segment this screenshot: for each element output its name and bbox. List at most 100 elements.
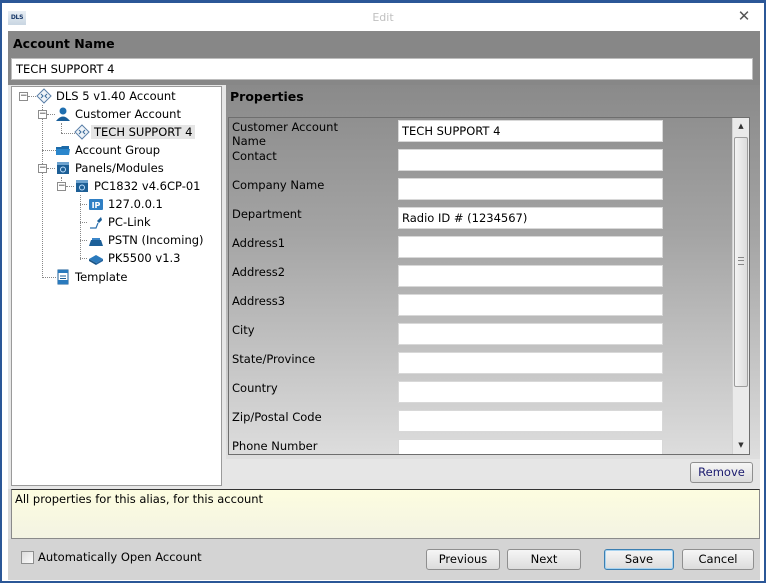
save-button[interactable]: Save [604, 549, 674, 570]
property-row: Contact [229, 147, 735, 176]
department-input[interactable] [398, 207, 663, 229]
tree-node-label: PC1832 v4.6CP-01 [94, 179, 201, 193]
property-label: Customer Account Name [232, 120, 338, 148]
property-label: Address2 [232, 265, 286, 279]
account-name-label: Account Name [13, 36, 115, 51]
tree-node-label: Account Group [75, 143, 161, 157]
tree-connector [80, 222, 87, 223]
svg-text:IP: IP [92, 201, 101, 210]
account-diamond-icon [74, 124, 90, 140]
tree-node-template[interactable]: Template [55, 268, 130, 286]
tree-connector [42, 277, 56, 278]
cancel-button[interactable]: Cancel [682, 549, 754, 570]
collapse-toggle[interactable]: − [57, 182, 66, 191]
phone-number-input[interactable] [398, 439, 663, 454]
tree-node-pstn[interactable]: PSTN (Incoming) [88, 231, 207, 249]
template-document-icon [57, 269, 69, 285]
property-label: Address1 [232, 236, 286, 250]
scroll-up-arrow-icon[interactable]: ▲ [733, 118, 749, 135]
scroll-down-arrow-icon[interactable]: ▼ [733, 437, 749, 454]
property-label: Department [232, 207, 302, 221]
tree-node-tech-support-4[interactable]: TECH SUPPORT 4 [74, 123, 196, 141]
property-row: Company Name [229, 176, 735, 205]
property-label: State/Province [232, 352, 316, 366]
tree-connector [80, 258, 87, 259]
edit-dialog: DLS Edit ✕ Account Name TECH SUPPORT 4 −… [0, 0, 766, 583]
tree-node-pc-link[interactable]: PC-Link [88, 213, 154, 231]
tree-connector [47, 168, 55, 169]
tree-node-label: PK5500 v1.3 [108, 251, 181, 265]
property-label: Country [232, 381, 278, 395]
collapse-toggle[interactable]: − [38, 164, 47, 173]
city-input[interactable] [398, 323, 663, 345]
tree-node-label: 127.0.0.1 [108, 197, 163, 211]
properties-grid: Customer Account Name Contact Company Na… [228, 117, 750, 455]
property-label: Address3 [232, 294, 286, 308]
property-label: Phone Number [232, 439, 318, 453]
tree-connector [61, 133, 75, 134]
tree-node-pc1832[interactable]: PC1832 v4.6CP-01 [74, 177, 203, 195]
auto-open-account-option[interactable]: Automatically Open Account [21, 550, 202, 564]
property-row: Country [229, 379, 735, 408]
customer-person-icon [56, 107, 70, 121]
tree-connector [42, 105, 43, 278]
property-row: Address3 [229, 292, 735, 321]
tree-node-ip[interactable]: IP 127.0.0.1 [88, 195, 166, 213]
customer-account-name-input[interactable] [398, 120, 663, 142]
property-label: City [232, 323, 255, 337]
panel-module-icon [76, 180, 88, 192]
account-diamond-icon [36, 88, 52, 104]
tree-connector [80, 204, 87, 205]
properties-scrollbar[interactable]: ▲ ▼ [732, 118, 749, 454]
remove-button[interactable]: Remove [690, 462, 753, 483]
ip-connection-icon: IP [89, 199, 103, 210]
folder-icon [56, 146, 70, 155]
main-area: − DLS 5 v1.40 Account − Customer Account… [8, 85, 760, 489]
contact-input[interactable] [398, 149, 663, 171]
account-tree: − DLS 5 v1.40 Account − Customer Account… [11, 86, 222, 486]
tree-node-label: DLS 5 v1.40 Account [56, 89, 176, 103]
account-name-input[interactable] [11, 58, 753, 80]
address2-input[interactable] [398, 265, 663, 287]
tree-node-label: Panels/Modules [75, 161, 164, 175]
state-province-input[interactable] [398, 352, 663, 374]
property-row: Department [229, 205, 735, 234]
tree-connector [80, 240, 87, 241]
scroll-thumb[interactable] [734, 137, 748, 387]
property-row: Address2 [229, 263, 735, 292]
tree-node-pk5500[interactable]: PK5500 v1.3 [88, 249, 184, 267]
collapse-toggle[interactable]: − [38, 110, 47, 119]
pc-link-cable-icon [90, 217, 102, 229]
tree-node-account-group[interactable]: Account Group [55, 141, 163, 159]
tree-node-customer-account[interactable]: Customer Account [55, 105, 184, 123]
property-row: State/Province [229, 350, 735, 379]
company-name-input[interactable] [398, 178, 663, 200]
property-row: Zip/Postal Code [229, 408, 735, 437]
tree-node-dls-account[interactable]: DLS 5 v1.40 Account [36, 87, 179, 105]
address3-input[interactable] [398, 294, 663, 316]
previous-button[interactable]: Previous [426, 549, 500, 570]
keypad-icon [89, 255, 103, 265]
tree-node-label: PSTN (Incoming) [108, 233, 204, 247]
zip-postal-code-input[interactable] [398, 410, 663, 432]
tree-connector [42, 150, 56, 151]
property-row: Customer Account Name [229, 118, 735, 148]
tree-node-label: Template [75, 270, 128, 284]
window-title: Edit [372, 11, 394, 24]
close-button[interactable]: ✕ [736, 8, 752, 24]
next-button[interactable]: Next [507, 549, 581, 570]
address1-input[interactable] [398, 236, 663, 258]
account-name-section: Account Name [8, 31, 760, 85]
property-row: Phone Number [229, 437, 735, 454]
grip-icon [738, 257, 744, 265]
tree-node-label: TECH SUPPORT 4 [91, 125, 196, 139]
tree-node-panels-modules[interactable]: Panels/Modules [55, 159, 167, 177]
collapse-toggle[interactable]: − [19, 92, 28, 101]
property-label: Zip/Postal Code [232, 410, 322, 424]
auto-open-account-checkbox[interactable] [21, 550, 34, 564]
tree-connector [47, 114, 55, 115]
tree-node-label: PC-Link [108, 215, 151, 229]
country-input[interactable] [398, 381, 663, 403]
dialog-footer: Automatically Open Account Previous Next… [8, 539, 760, 580]
properties-title: Properties [230, 89, 304, 104]
